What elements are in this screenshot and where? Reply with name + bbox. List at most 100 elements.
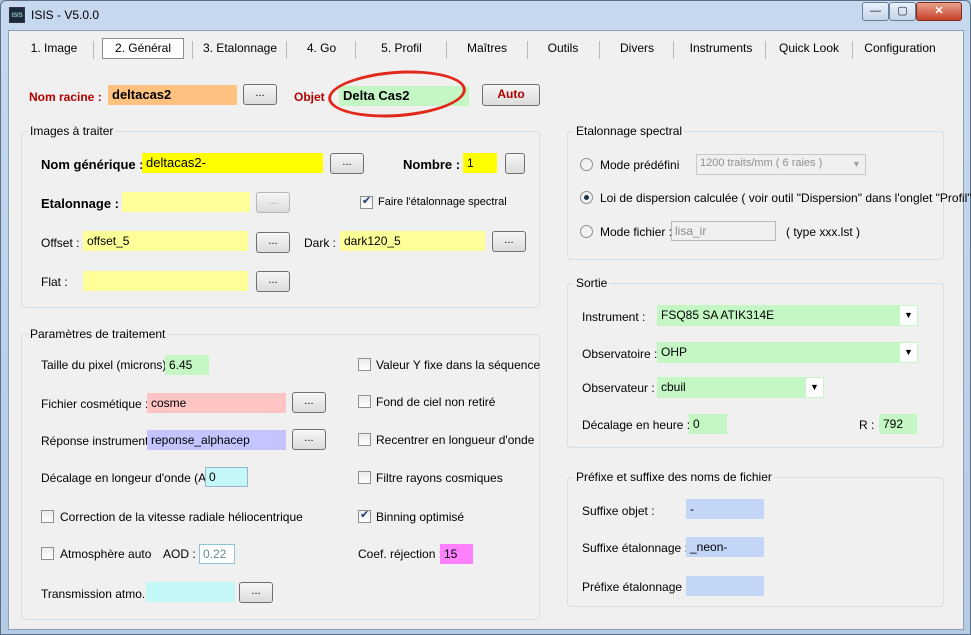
tab-maitres[interactable]: Maîtres [454,37,520,59]
suffixe-objet-field[interactable]: - [686,499,764,519]
suffixe-etal-label: Suffixe étalonnage : [582,541,688,555]
nom-generique-field[interactable]: deltacas2- [142,153,323,173]
observatoire-select[interactable]: OHP ▼ [657,342,918,363]
offset-field[interactable]: offset_5 [83,231,248,251]
transmission-label: Transmission atmo. : [41,587,152,601]
etalonnage-field[interactable] [122,192,250,212]
nombre-field[interactable]: 1 [463,153,497,173]
close-button[interactable]: ✕ [916,2,962,21]
highlight-ring [326,66,468,122]
etalonnage-browse-button[interactable]: ... [256,192,290,213]
r-field[interactable]: 792 [879,414,917,434]
atmosphere-checkbox[interactable] [41,547,54,560]
cosmetique-browse-button[interactable]: ... [292,392,326,413]
prefixe-etal-field[interactable] [686,576,764,596]
loi-dispersion-radio[interactable] [580,191,593,204]
prefixe-etal-label: Préfixe étalonnage : [582,580,689,594]
decalage-heure-field[interactable]: 0 [689,414,727,434]
recentrer-checkbox[interactable] [358,433,371,446]
tab-separator [527,41,528,59]
mode-predefini-select[interactable]: 1200 traits/mm ( 6 raies ) ▼ [696,154,866,175]
observateur-select[interactable]: cbuil ▼ [657,377,824,398]
tab-bar: 1. Image 2. Général 3. Etalonnage 4. Go … [9,31,963,65]
dark-field[interactable]: dark120_5 [340,231,485,251]
images-group-title: Images à traiter [28,124,116,138]
atmosphere-label: Atmosphère auto [60,547,152,561]
instrument-label: Instrument : [582,310,646,324]
faire-etalonnage-checkbox[interactable] [360,194,373,209]
r-label: R : [859,418,875,432]
recentrer-label: Recentrer en longueur d'onde [376,433,535,447]
fond-ciel-checkbox[interactable] [358,395,371,408]
tab-profil[interactable]: 5. Profil [364,37,439,59]
cosmetique-field[interactable]: cosme [147,393,286,413]
instrument-select[interactable]: FSQ85 SA ATIK314E ▼ [657,305,918,326]
transmission-browse-button[interactable]: ... [239,582,273,603]
tab-image[interactable]: 1. Image [21,37,87,59]
tab-separator [192,41,193,59]
filtre-checkbox[interactable] [358,471,371,484]
mode-fichier-field[interactable]: lisa_ir [671,221,776,241]
flat-label: Flat : [41,275,68,289]
tab-separator [93,41,94,59]
tab-divers[interactable]: Divers [607,37,667,59]
reponse-browse-button[interactable]: ... [292,429,326,450]
suffixe-etal-field[interactable]: _neon- [686,537,764,557]
flat-browse-button[interactable]: ... [256,271,290,292]
mode-fichier-label: Mode fichier : [600,225,673,239]
flat-field[interactable] [83,271,248,291]
pixel-label: Taille du pixel (microns) : [41,358,174,372]
tab-separator [765,41,766,59]
coef-field[interactable]: 15 [440,544,473,564]
auto-button[interactable]: Auto [482,84,540,106]
offset-browse-button[interactable]: ... [256,232,290,253]
dark-browse-button[interactable]: ... [492,231,526,252]
tab-general[interactable]: 2. Général [102,38,184,59]
aod-field[interactable]: 0.22 [199,544,235,564]
maximize-button[interactable]: ▢ [889,2,916,21]
aod-label: AOD : [163,547,196,561]
tab-quick-look[interactable]: Quick Look [771,37,847,59]
decalage-heure-label: Décalage en heure : [582,418,691,432]
nom-generique-browse-button[interactable]: ... [330,153,364,174]
nom-racine-label: Nom racine : [29,90,102,104]
reponse-label: Réponse instrument : [41,434,156,448]
mode-predefini-value: 1200 traits/mm ( 6 raies ) [700,157,823,169]
tab-separator [286,41,287,59]
suffixe-objet-label: Suffixe objet : [582,504,655,518]
prefixe-group-title: Préfixe et suffixe des noms de fichier [574,470,774,484]
nom-racine-browse-button[interactable]: ... [243,84,277,105]
binning-checkbox[interactable] [358,508,371,523]
mode-fichier-radio[interactable] [580,225,593,238]
nom-racine-field[interactable]: deltacas2 [108,85,237,105]
transmission-field[interactable] [146,582,235,602]
tab-separator [355,41,356,59]
tab-separator [852,41,853,59]
tab-go[interactable]: 4. Go [294,37,349,59]
tab-separator [599,41,600,59]
chevron-down-icon: ▼ [852,159,861,169]
observatoire-label: Observatoire : [582,347,658,361]
tab-separator [673,41,674,59]
mode-predefini-radio[interactable] [580,158,593,171]
etalonnage-spectral-title: Etalonnage spectral [574,124,685,138]
objet-label: Objet : [294,90,332,104]
tab-etalonnage[interactable]: 3. Etalonnage [199,37,281,59]
app-window: ISIS ISIS - V5.0.0 — ▢ ✕ 1. Image 2. Gén… [0,0,971,635]
tab-outils[interactable]: Outils [534,37,592,59]
nombre-button[interactable] [505,153,525,174]
correction-checkbox[interactable] [41,510,54,523]
tab-configuration[interactable]: Configuration [859,37,941,59]
type-hint-label: ( type xxx.lst ) [786,225,861,239]
valeur-y-checkbox[interactable] [358,358,371,371]
pixel-field[interactable]: 6.45 [165,355,209,375]
observatoire-value: OHP [661,345,688,359]
minimize-button[interactable]: — [862,2,889,21]
decalage-field[interactable]: 0 [205,467,248,487]
observateur-value: cbuil [661,380,686,394]
nombre-label: Nombre : [403,157,461,172]
title-bar: ISIS ISIS - V5.0.0 — ▢ ✕ [1,1,970,29]
reponse-field[interactable]: reponse_alphacep [147,430,286,450]
tab-instruments[interactable]: Instruments [681,37,761,59]
dark-label: Dark : [304,236,337,250]
